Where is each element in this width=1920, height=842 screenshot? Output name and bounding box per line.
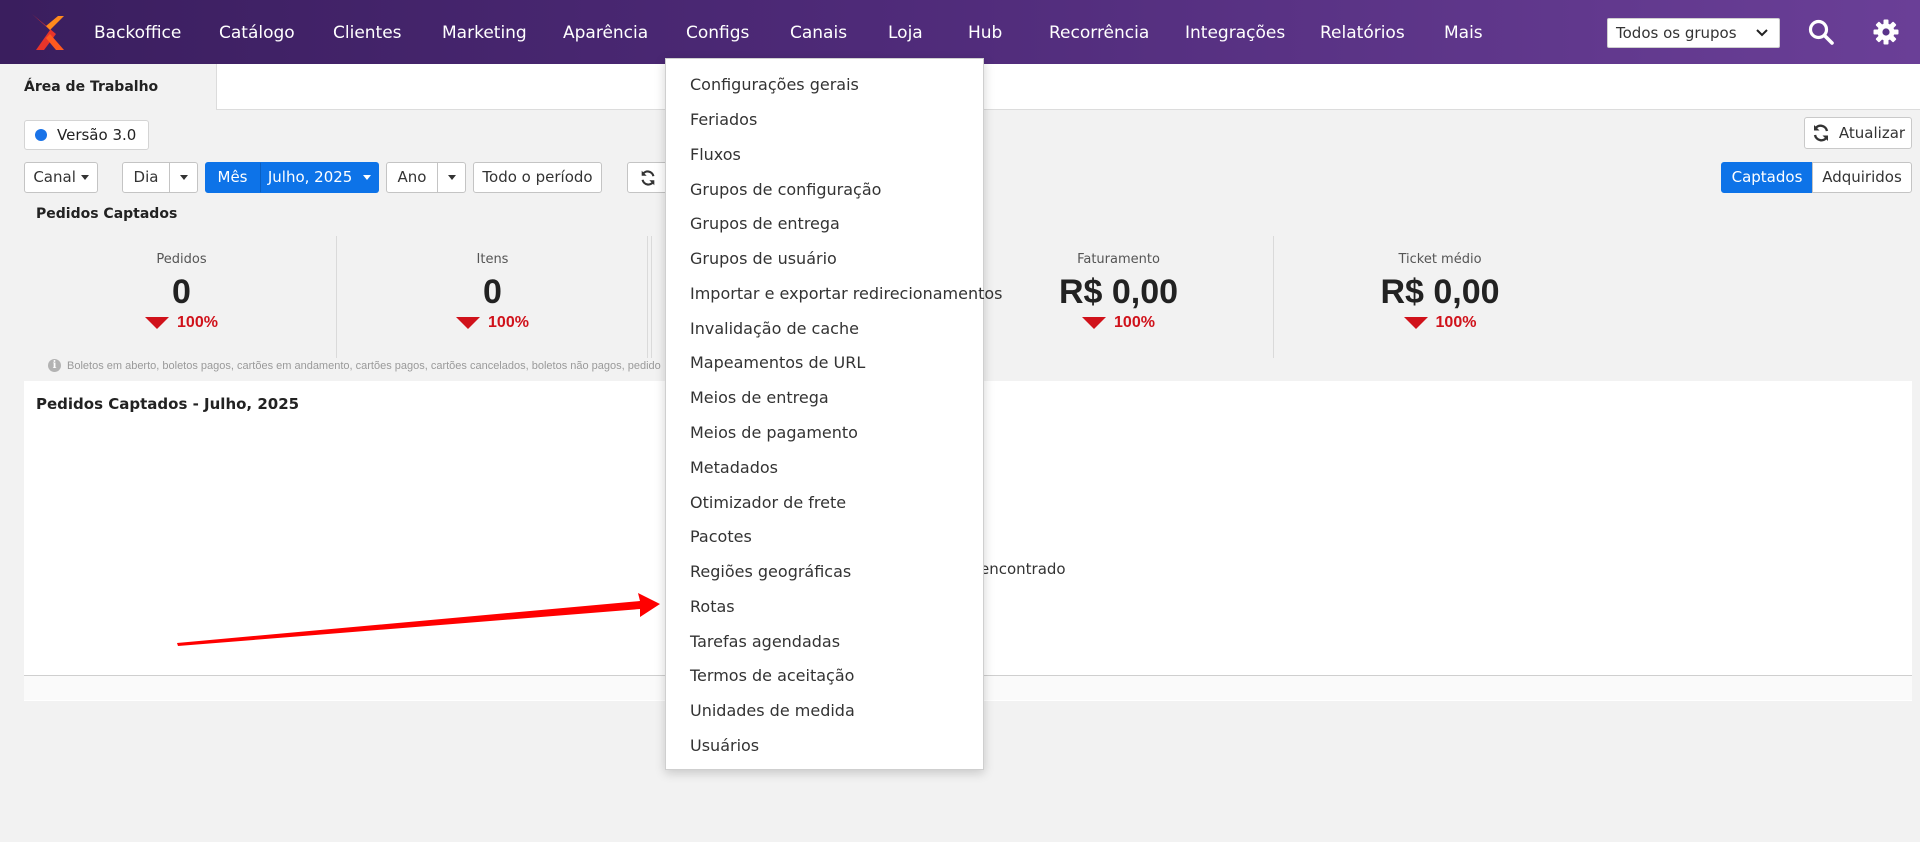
stat-delta: 100% [964,314,1273,332]
adquiridos-toggle[interactable]: Adquiridos [1812,162,1912,193]
canal-dropdown[interactable]: Canal [24,162,98,193]
nav-loja[interactable]: Loja [888,0,923,64]
nav-catalogo[interactable]: Catálogo [219,0,295,64]
menu-item-otimizador-de-frete[interactable]: Otimizador de frete [690,493,846,512]
nav-relatorios[interactable]: Relatórios [1320,0,1405,64]
top-navbar: Backoffice Catálogo Clientes Marketing A… [0,0,1920,64]
caret-down-icon [80,175,89,180]
chevron-down-icon [1756,29,1768,37]
stat-label: Faturamento [1077,252,1160,267]
caret-down-icon [179,175,188,180]
logo-icon[interactable] [28,12,68,52]
sync-icon [1813,124,1829,142]
stat-delta: 100% [27,314,336,332]
month-value: Julho, 2025 [267,168,353,186]
stat-value: R$ 0,00 [1380,273,1500,311]
status-dot [35,129,47,141]
empty-state-text: encontrado [980,560,1066,578]
menu-item-grupos-de-usuario[interactable]: Grupos de usuário [690,249,837,268]
chart-panel-title: Pedidos Captados - Julho, 2025 [36,395,300,413]
down-triangle-icon [1403,317,1428,329]
stat-value: R$ 0,00 [1058,273,1179,311]
stat-ticket-medio: Ticket médio R$ 0,00 100% [1285,236,1595,358]
menu-item-rotas[interactable]: Rotas [690,597,735,616]
nav-mais[interactable]: Mais [1444,0,1483,64]
tab-area-de-trabalho[interactable]: Área de Trabalho [0,64,217,110]
nav-backoffice[interactable]: Backoffice [94,0,181,64]
caret-down-icon [363,175,372,180]
nav-integracoes[interactable]: Integrações [1185,0,1285,64]
down-triangle-icon [145,317,170,329]
nav-clientes[interactable]: Clientes [333,0,402,64]
period-dia-button[interactable]: Dia [122,162,170,193]
down-triangle-icon [456,317,481,329]
menu-item-usuarios[interactable]: Usuários [690,736,759,755]
group-select[interactable]: Todos os grupos [1607,18,1780,48]
menu-item-tarefas-agendadas[interactable]: Tarefas agendadas [690,632,840,651]
nav-aparencia[interactable]: Aparência [563,0,648,64]
refresh-label: Atualizar [1838,124,1906,142]
summary-title: Pedidos Captados [36,206,178,222]
nav-hub[interactable]: Hub [968,0,1002,64]
captados-toggle[interactable]: Captados [1721,162,1813,193]
configs-dropdown-menu: Configurações gerais Feriados Fluxos Gru… [665,58,1002,770]
sync-icon [641,169,655,186]
delta-value: 100% [1435,314,1477,331]
menu-item-unidades-de-medida[interactable]: Unidades de medida [690,701,855,720]
version-label: Versão 3.0 [57,126,137,144]
stat-value: 0 [172,273,191,311]
nav-recorrencia[interactable]: Recorrência [1049,0,1149,64]
status-note: i Boletos em aberto, boletos pagos, cart… [48,359,661,372]
stat-label: Ticket médio [1398,252,1482,267]
stat-pedidos: Pedidos 0 100% [27,236,337,358]
nav-configs[interactable]: Configs [686,0,749,64]
menu-item-mapeamentos-de-url[interactable]: Mapeamentos de URL [690,353,865,372]
info-icon: i [48,359,61,372]
menu-item-fluxos[interactable]: Fluxos [690,145,741,164]
period-ano-button[interactable]: Ano [386,162,438,193]
period-all-button[interactable]: Todo o período [473,162,602,193]
stat-delta: 100% [338,314,647,332]
stat-label: Itens [476,252,509,267]
period-mes-button[interactable]: Mês [205,162,260,193]
search-icon[interactable] [1807,18,1835,46]
stat-delta: 100% [1285,314,1595,332]
down-triangle-icon [1082,317,1107,329]
version-badge: Versão 3.0 [24,120,150,150]
gear-icon[interactable] [1872,18,1900,46]
period-ano-caret[interactable] [437,162,466,193]
delta-value: 100% [488,314,529,331]
menu-item-termos-de-aceitacao[interactable]: Termos de aceitação [690,666,854,685]
stat-value: 0 [483,273,502,311]
menu-item-grupos-de-entrega[interactable]: Grupos de entrega [690,214,840,233]
month-select[interactable]: Julho, 2025 [260,162,379,193]
delta-value: 100% [1114,314,1155,331]
menu-item-metadados[interactable]: Metadados [690,458,778,477]
nav-marketing[interactable]: Marketing [442,0,527,64]
reload-button[interactable] [627,162,669,193]
menu-item-configuracoes-gerais[interactable]: Configurações gerais [690,75,859,94]
menu-item-feriados[interactable]: Feriados [690,110,757,129]
menu-item-meios-de-pagamento[interactable]: Meios de pagamento [690,423,858,442]
period-dia-caret[interactable] [169,162,198,193]
group-select-value: Todos os grupos [1616,24,1737,42]
note-text: Boletos em aberto, boletos pagos, cartõe… [67,359,661,372]
delta-value: 100% [177,314,218,331]
stat-itens: Itens 0 100% [338,236,648,358]
stat-faturamento: Faturamento R$ 0,00 100% [964,236,1274,358]
menu-item-regioes-geograficas[interactable]: Regiões geográficas [690,562,851,581]
menu-item-pacotes[interactable]: Pacotes [690,527,752,546]
refresh-button[interactable]: Atualizar [1804,117,1912,149]
stat-label: Pedidos [156,252,207,267]
nav-canais[interactable]: Canais [790,0,847,64]
menu-item-meios-de-entrega[interactable]: Meios de entrega [690,388,829,407]
menu-item-invalidacao-de-cache[interactable]: Invalidação de cache [690,319,859,338]
menu-item-grupos-de-configuracao[interactable]: Grupos de configuração [690,180,881,199]
canal-label: Canal [33,168,76,186]
stat-divider [651,236,652,358]
menu-item-importar-exportar-redirecionamentos[interactable]: Importar e exportar redirecionamentos [690,284,1002,303]
caret-down-icon [447,175,456,180]
